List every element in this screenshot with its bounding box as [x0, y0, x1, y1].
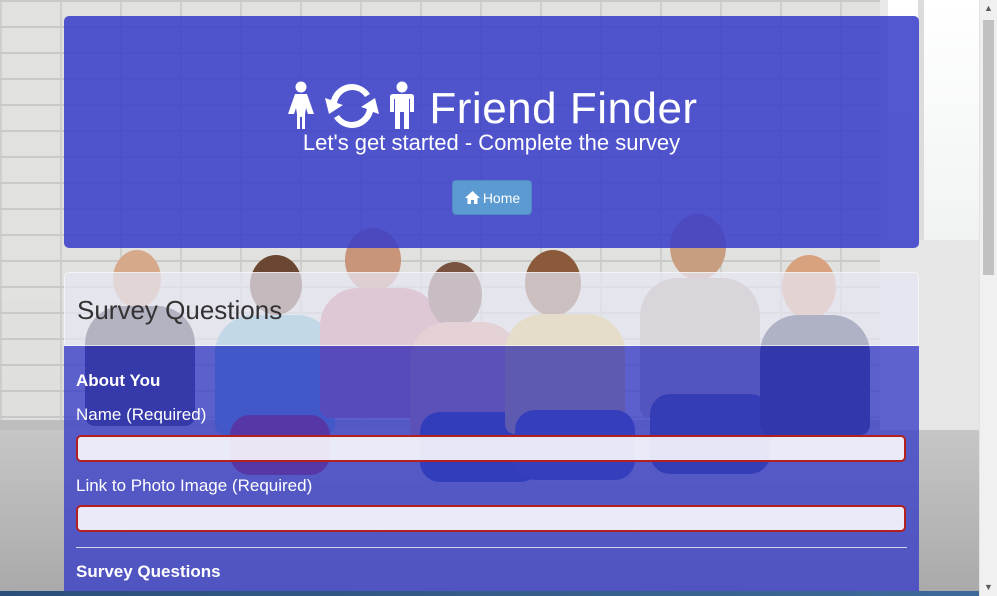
vertical-scrollbar[interactable]: ▲ ▼ — [979, 0, 997, 596]
browser-viewport: Friend Finder Let's get started - Comple… — [0, 0, 997, 596]
panel-heading: Survey Questions — [64, 272, 919, 346]
name-label: Name (Required) — [76, 405, 207, 424]
jumbotron-header: Friend Finder Let's get started - Comple… — [64, 16, 919, 248]
name-field[interactable] — [76, 435, 906, 462]
section-divider — [76, 547, 907, 548]
survey-panel: Survey Questions About You Name (Require… — [64, 272, 919, 596]
home-button[interactable]: Home — [452, 180, 532, 215]
photo-link-field[interactable] — [76, 505, 906, 532]
survey-questions-heading: Survey Questions — [76, 562, 221, 581]
panel-body: About You Name (Required) Link to Photo … — [64, 346, 919, 596]
scroll-up-arrow-icon[interactable]: ▲ — [980, 0, 997, 17]
scroll-down-arrow-icon[interactable]: ▼ — [980, 579, 997, 596]
page-subtitle: Let's get started - Complete the survey — [302, 130, 681, 155]
app-title: Friend Finder — [429, 83, 698, 133]
about-you-heading: About You — [76, 371, 161, 390]
scrollbar-thumb[interactable] — [983, 20, 994, 275]
taskbar-edge — [0, 591, 980, 596]
home-button-label: Home — [482, 189, 521, 206]
panel-title: Survey Questions — [77, 295, 283, 325]
female-icon — [285, 81, 317, 136]
photo-link-label: Link to Photo Image (Required) — [76, 476, 313, 495]
male-icon — [387, 81, 417, 136]
home-icon — [464, 190, 481, 205]
